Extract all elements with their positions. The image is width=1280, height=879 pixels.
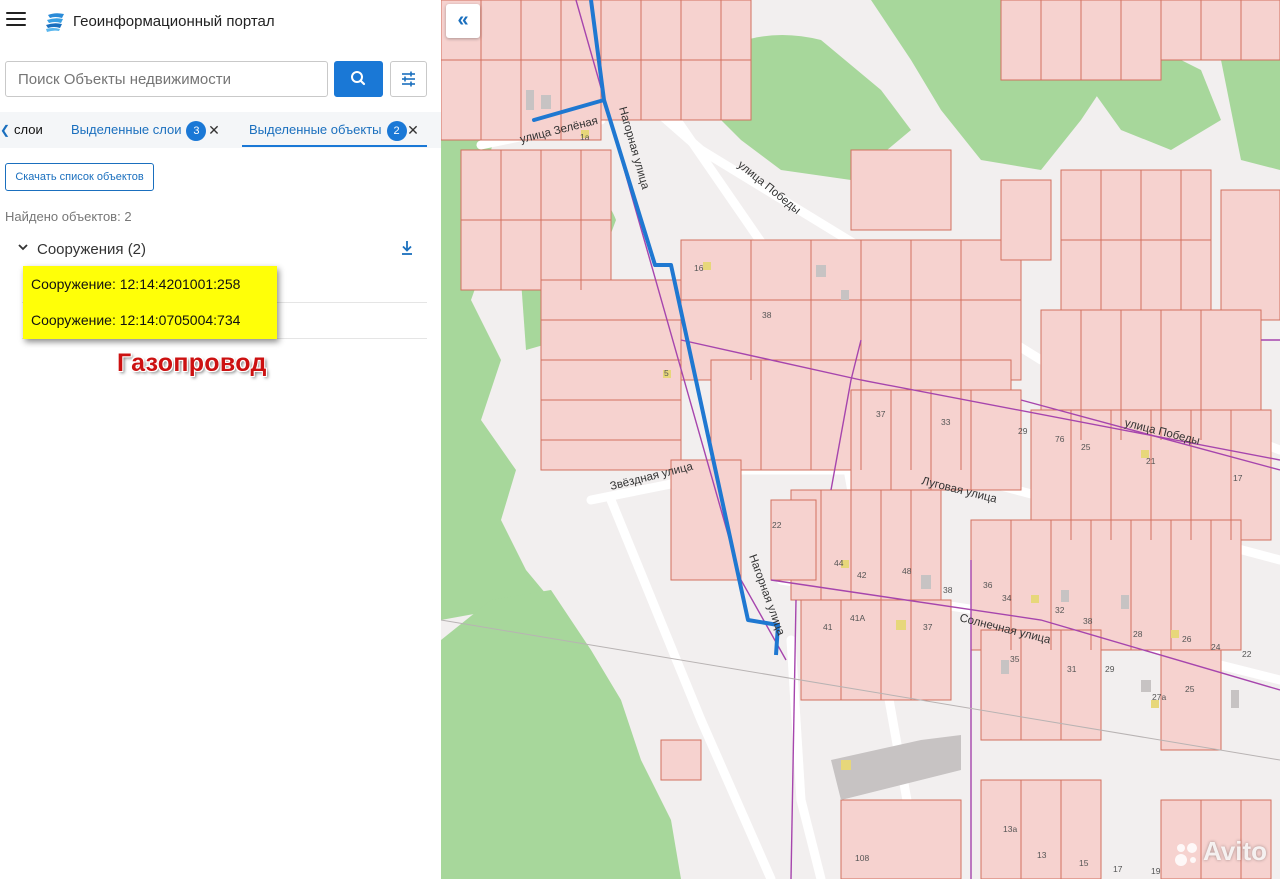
svg-text:5: 5 <box>664 368 669 378</box>
map-view[interactable]: улица Зелёная Нагорная улица улица Побед… <box>441 0 1280 879</box>
svg-text:35: 35 <box>1010 654 1020 664</box>
svg-text:1а: 1а <box>580 132 590 142</box>
svg-text:15: 15 <box>1079 858 1089 868</box>
map-canvas[interactable]: улица Зелёная Нагорная улица улица Побед… <box>441 0 1280 879</box>
tab-selected-objects[interactable]: Выделенные объекты 2 <box>249 112 407 148</box>
svg-text:37: 37 <box>923 622 933 632</box>
avito-logo-icon <box>1175 843 1197 866</box>
tab-bar: ❮ слои Выделенные слои 3 ✕ Выделенные объ… <box>0 112 441 148</box>
annotation-label: Газопровод <box>117 349 267 377</box>
svg-text:21: 21 <box>1146 456 1156 466</box>
watermark: Avito <box>1203 836 1268 866</box>
double-chevron-left-icon: « <box>457 9 469 31</box>
svg-text:22: 22 <box>772 520 782 530</box>
tab-layers-label: слои <box>14 122 43 137</box>
svg-text:25: 25 <box>1185 684 1195 694</box>
svg-text:108: 108 <box>855 853 869 863</box>
svg-text:22: 22 <box>1242 649 1252 659</box>
tab-selected-layers-label: Выделенные слои <box>71 122 182 137</box>
svg-text:13: 13 <box>1037 850 1047 860</box>
tab-layers[interactable]: слои <box>14 112 43 148</box>
search-field[interactable] <box>5 61 328 97</box>
app-title: Геоинформационный портал <box>73 13 275 30</box>
svg-text:37: 37 <box>876 409 886 419</box>
svg-text:38: 38 <box>943 585 953 595</box>
collapse-panel-button[interactable]: « <box>446 4 480 38</box>
svg-text:34: 34 <box>1002 593 1012 603</box>
tab-selected-objects-label: Выделенные объекты <box>249 122 382 137</box>
found-count: Найдено объектов: 2 <box>5 209 132 224</box>
svg-text:36: 36 <box>983 580 993 590</box>
hamburger-icon[interactable] <box>6 12 26 28</box>
svg-text:33: 33 <box>941 417 951 427</box>
svg-text:24: 24 <box>1211 642 1221 652</box>
portal-logo-icon <box>46 13 64 32</box>
close-icon[interactable]: ✕ <box>207 112 221 148</box>
svg-text:17: 17 <box>1113 864 1123 874</box>
search-button[interactable] <box>334 61 383 97</box>
chevron-left-icon[interactable]: ❮ <box>0 123 10 137</box>
side-panel: Геоинформационный портал ❮ слои Выделенн… <box>0 0 441 879</box>
svg-text:48: 48 <box>902 566 912 576</box>
svg-text:19: 19 <box>1151 866 1161 876</box>
download-icon[interactable] <box>400 240 414 256</box>
svg-text:29: 29 <box>1105 664 1115 674</box>
svg-text:28: 28 <box>1133 629 1143 639</box>
svg-text:32: 32 <box>1055 605 1065 615</box>
svg-text:16: 16 <box>694 263 704 273</box>
svg-text:76: 76 <box>1055 434 1065 444</box>
close-icon[interactable]: ✕ <box>406 112 420 148</box>
svg-text:38: 38 <box>762 310 772 320</box>
list-item[interactable]: Сооружение: 12:14:4201001:258 <box>31 276 240 292</box>
download-list-button[interactable]: Скачать список объектов <box>5 163 154 191</box>
search-input[interactable] <box>6 62 327 96</box>
svg-text:41А: 41А <box>850 613 865 623</box>
svg-text:25: 25 <box>1081 442 1091 452</box>
active-tab-indicator <box>242 145 427 147</box>
chevron-down-icon <box>18 244 28 251</box>
list-item[interactable]: Сооружение: 12:14:0705004:734 <box>31 312 240 328</box>
search-icon <box>351 71 366 86</box>
count-badge: 2 <box>386 120 407 141</box>
group-label: Сооружения (2) <box>37 241 147 258</box>
svg-text:44: 44 <box>834 558 844 568</box>
svg-text:29: 29 <box>1018 426 1028 436</box>
group-structures[interactable]: Сооружения (2) <box>14 238 427 262</box>
svg-text:27а: 27а <box>1152 692 1166 702</box>
svg-text:13а: 13а <box>1003 824 1017 834</box>
tab-selected-layers[interactable]: Выделенные слои 3 <box>71 112 207 148</box>
count-badge: 3 <box>186 120 207 141</box>
svg-text:38: 38 <box>1083 616 1093 626</box>
svg-text:42: 42 <box>857 570 867 580</box>
top-bar: Геоинформационный портал <box>0 0 441 44</box>
svg-text:41: 41 <box>823 622 833 632</box>
svg-text:26: 26 <box>1182 634 1192 644</box>
filter-button[interactable] <box>390 61 427 97</box>
svg-text:31: 31 <box>1067 664 1077 674</box>
svg-text:17: 17 <box>1233 473 1243 483</box>
sliders-icon <box>402 71 415 87</box>
